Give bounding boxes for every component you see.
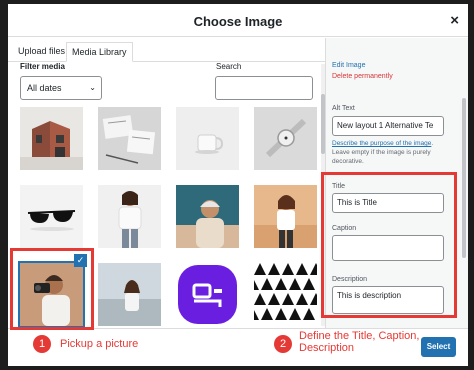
filter-media-label: Filter media [20,62,65,71]
close-icon[interactable]: × [450,12,459,29]
date-filter-value: All dates [27,83,62,93]
alt-help-link[interactable]: Describe the purpose of the image [332,140,431,147]
delete-permanently-link[interactable]: Delete permanently [332,73,393,80]
chevron-down-icon: ⌄ [89,83,96,92]
step-2-text-line2: Description [299,342,355,354]
thumbnail-man-cap[interactable] [176,185,239,248]
checkmark-icon[interactable]: ✓ [74,254,87,267]
thumbnail-triangle-pattern[interactable] [247,263,320,326]
tab-upload-files[interactable]: Upload files [13,42,70,62]
thumbnail-woman-sunset[interactable] [254,185,317,248]
thumbnail-cup[interactable] [176,107,239,170]
choose-image-modal: Choose Image × Upload files Media Librar… [8,4,468,366]
search-label: Search [216,62,242,71]
edit-image-link[interactable]: Edit Image [332,62,365,69]
select-button[interactable]: Select [421,337,456,357]
description-field[interactable]: This is description [332,286,444,314]
title-label: Title [332,183,345,190]
thumbnail-sketches[interactable] [98,107,161,170]
thumbnail-watch[interactable] [254,107,317,170]
alt-text-field[interactable]: New layout 1 Alternative Te [332,116,444,136]
thumbnail-man-camera[interactable] [20,263,83,326]
step-2-badge: 2 [274,335,292,353]
search-input[interactable] [215,76,313,100]
thumbnail-woman-shirt[interactable] [98,185,161,248]
description-label: Description [332,276,368,283]
media-grid [20,107,320,329]
title-field[interactable]: This is Title [332,193,444,213]
alt-text-help: Describe the purpose of the image. Leave… [332,139,452,166]
step-1-badge: 1 [33,335,51,353]
step-1-text: Pickup a picture [60,338,139,350]
thumbnail-woman-beach[interactable] [98,263,161,326]
thumbnail-purple-logo[interactable] [176,263,239,326]
step-2-text-line1: Define the Title, Caption, [299,330,420,342]
modal-titlebar: Choose Image × [8,4,468,37]
thumbnail-sunglasses[interactable] [20,185,83,248]
date-filter-select[interactable]: All dates ⌄ [20,76,102,100]
caption-label: Caption [332,225,357,232]
tab-media-library[interactable]: Media Library [66,42,133,62]
sidebar-scrollbar[interactable] [462,98,466,258]
modal-tabs: Upload files Media Library [8,37,328,62]
thumbnail-building[interactable] [20,107,83,170]
modal-title: Choose Image [193,14,283,29]
alt-text-label: Alt Text [332,105,355,112]
caption-field[interactable] [332,235,444,261]
attachment-details-sidebar: Edit Image Delete permanently Alt Text N… [325,38,468,328]
